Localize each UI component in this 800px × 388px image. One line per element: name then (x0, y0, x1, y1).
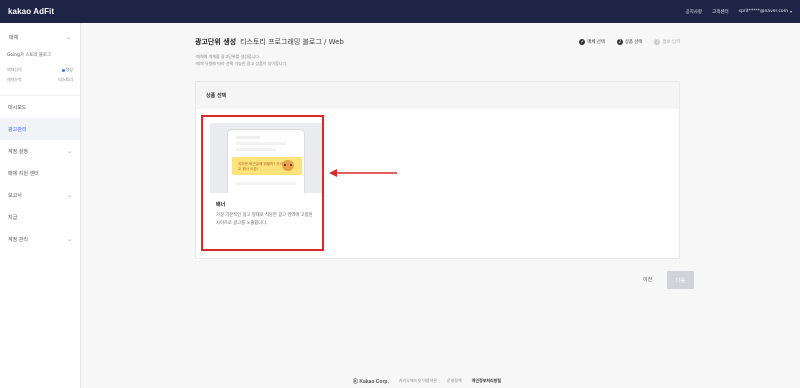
sidebar-item-dashboard[interactable]: 대시보드 (0, 96, 80, 118)
sidebar-item-reports[interactable]: 보고서 ⌄ (0, 184, 80, 206)
sidebar-item-label: 지급 (8, 214, 18, 221)
footer-link-privacy[interactable]: 개인정보처리방침 (472, 378, 501, 385)
description-line: ·매체 유형에 따라 선택 가능한 광고 상품이 상이합니다. (195, 61, 288, 66)
step-number-icon: 2 (616, 39, 623, 45)
footer: Ⓚ Kakao Corp. 카카오애드핏 이용약관 운영정책 개인정보처리방침 (353, 378, 501, 385)
step-label: 상품 선택 (624, 40, 643, 45)
site-name: Going가 스토리 블로그 (7, 53, 51, 58)
description-line: ·매체에 게재할 광고단위를 생성합니다. (195, 54, 261, 59)
site-selector-label: 매체 (9, 35, 19, 41)
step-number-icon: 3 (654, 39, 661, 45)
sidebar-item-label: 계정 설정 (8, 148, 28, 155)
sidebar-item-payments[interactable]: 지급 (0, 206, 80, 228)
sidebar-item-support[interactable]: 매체 지원 센터 (0, 162, 80, 184)
sidebar-item-label: 대시보드 (8, 104, 27, 111)
top-nav-links: 공지사항 고객센터 sprit*****@naver.com ▾ (686, 9, 792, 15)
footer-link-terms[interactable]: 카카오애드핏 이용약관 (399, 378, 437, 385)
notice-link[interactable]: 공지사항 (686, 9, 703, 15)
check-icon: ✔ (579, 39, 586, 45)
sidebar-item-label: 보고서 (8, 192, 22, 199)
chevron-down-icon: ⌄ (66, 235, 72, 243)
sidebar-item-label: 매체 지원 센터 (8, 170, 39, 177)
site-selector[interactable]: 매체 ⌄ (0, 23, 80, 52)
site-status-value: 정상 (61, 67, 73, 73)
chevron-down-icon: ⌄ (66, 147, 72, 155)
step-label: 매체 선택 (587, 40, 605, 45)
step-product-select: 2 상품 선택 (616, 39, 643, 45)
step-indicator: ✔ 매체 선택 2 상품 선택 3 정보 입력 (579, 39, 680, 45)
chevron-down-icon: ▾ (789, 9, 792, 14)
customer-center-link[interactable]: 고객센터 (712, 9, 729, 15)
main-content: 광고단위 생성 티스토리 프로그래밍 블로그 / Web ✔ 매체 선택 2 상… (82, 23, 800, 388)
chevron-down-icon: ⌄ (65, 34, 71, 41)
page-title: 광고단위 생성 (195, 38, 237, 46)
site-info-section: 매체 ⌄ Going가 스토리 블로그 매체상태 정상 매체유형 티스토리 (0, 23, 80, 96)
sidebar-item-label: 계정 관리 (8, 236, 28, 243)
kakao-adfit-logo[interactable]: kakao AdFit (8, 7, 54, 16)
page-subtitle: 티스토리 프로그래밍 블로그 / Web (240, 38, 344, 46)
site-details: Going가 스토리 블로그 매체상태 정상 매체유형 티스토리 (0, 52, 80, 95)
site-type-value: 티스토리 (58, 77, 73, 82)
sidebar-item-ad-management[interactable]: 광고관리 (0, 118, 80, 140)
site-type-row: 매체유형 티스토리 (7, 77, 73, 83)
top-navigation-bar: kakao AdFit 공지사항 고객센터 sprit*****@naver.c… (0, 0, 800, 23)
prev-button[interactable]: 이전 (643, 276, 652, 283)
highlight-box (201, 115, 324, 251)
sidebar-item-label: 광고관리 (8, 126, 27, 133)
account-email: sprit*****@naver.com (738, 9, 788, 14)
next-button[interactable]: 다음 (667, 271, 694, 289)
site-status-label: 매체상태 (7, 67, 22, 72)
status-dot-icon (61, 68, 65, 72)
step-site-select: ✔ 매체 선택 (579, 39, 605, 45)
page-header: 광고단위 생성 티스토리 프로그래밍 블로그 / Web ✔ 매체 선택 2 상… (195, 37, 680, 47)
step-label: 정보 입력 (662, 40, 680, 45)
chevron-down-icon: ⌄ (66, 191, 72, 199)
account-menu[interactable]: sprit*****@naver.com ▾ (739, 9, 792, 14)
sidebar-item-account-management[interactable]: 계정 관리 ⌄ (0, 228, 80, 250)
step-info-input: 3 정보 입력 (654, 39, 680, 45)
site-status-text: 정상 (65, 67, 73, 72)
sidebar-item-account-settings[interactable]: 계정 설정 ⌄ (0, 140, 80, 162)
site-status-row: 매체상태 정상 (7, 67, 73, 73)
sidebar: 매체 ⌄ Going가 스토리 블로그 매체상태 정상 매체유형 티스토리 대시… (0, 23, 81, 388)
footer-brand: Ⓚ Kakao Corp. (353, 379, 389, 385)
panel-heading: 상품 선택 (196, 82, 679, 109)
title-wrap: 광고단위 생성 티스토리 프로그래밍 블로그 / Web (195, 37, 344, 47)
site-type-label: 매체유형 (7, 77, 22, 82)
annotation-arrow-icon (329, 169, 397, 177)
page-description: ·매체에 게재할 광고단위를 생성합니다. ·매체 유형에 따라 선택 가능한 … (195, 53, 287, 67)
footer-link-policy[interactable]: 운영정책 (447, 378, 462, 385)
